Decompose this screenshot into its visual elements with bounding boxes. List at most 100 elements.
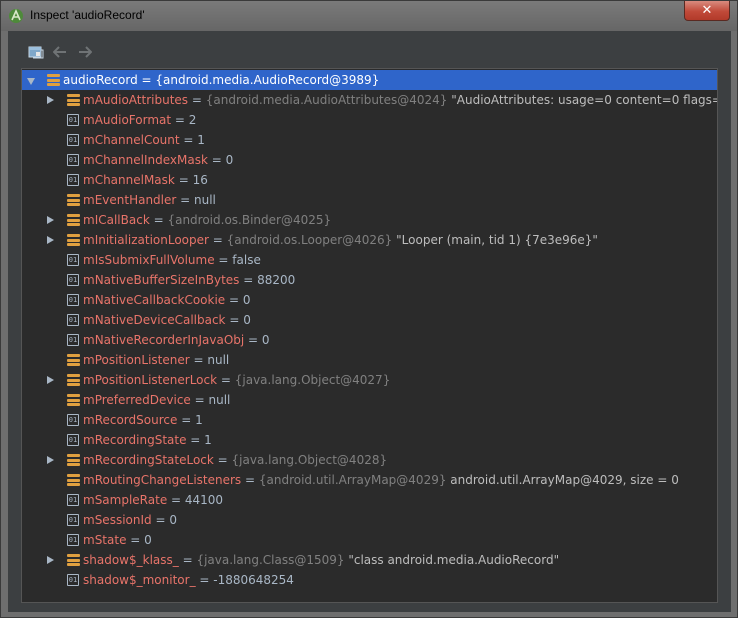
object-field-icon: [67, 94, 80, 106]
field-value: {android.media.AudioRecord@3989}: [155, 73, 380, 87]
field-value: android.util.ArrayMap@4029, size = 0: [446, 473, 679, 487]
field-value: "AudioAttributes: usage=0 content=0 flag…: [451, 93, 717, 107]
object-reference: {android.util.ArrayMap@4029}: [258, 473, 447, 487]
field-name: mPreferredDevice: [83, 393, 191, 407]
collapse-arrow-icon[interactable]: [27, 78, 35, 85]
expand-arrow-icon[interactable]: [47, 96, 54, 104]
tree-row[interactable]: 01 mNativeCallbackCookie = 0: [22, 290, 717, 310]
field-value: 0: [144, 533, 152, 547]
field-name: audioRecord: [63, 73, 138, 87]
expand-arrow-icon[interactable]: [47, 376, 54, 384]
field-name: mPositionListener: [83, 353, 190, 367]
field-value: 0: [261, 333, 270, 347]
forward-button[interactable]: [76, 43, 94, 61]
object-field-icon: [67, 394, 80, 406]
tree-row[interactable]: 01 mState = 0: [22, 530, 717, 550]
variables-tree[interactable]: audioRecord = {android.media.AudioRecord…: [21, 68, 718, 603]
tree-row[interactable]: mICallBack = {android.os.Binder@4025}: [22, 210, 717, 230]
field-name: mSessionId: [83, 513, 152, 527]
field-name: mNativeCallbackCookie: [83, 293, 226, 307]
field-name: shadow$_monitor_: [83, 573, 196, 587]
tree-row[interactable]: mAudioAttributes = {android.media.AudioA…: [22, 90, 717, 110]
object-field-icon: [67, 214, 80, 226]
tree-row[interactable]: 01 mIsSubmixFullVolume = false: [22, 250, 717, 270]
field-name: mICallBack: [83, 213, 150, 227]
field-name: mNativeBufferSizeInBytes: [83, 273, 240, 287]
field-value: "class android.media.AudioRecord": [344, 553, 560, 567]
field-value: "Looper (main, tid 1) {7e3e96e}": [392, 233, 598, 247]
tree-row[interactable]: shadow$_klass_ = {java.lang.Class@1509} …: [22, 550, 717, 570]
object-field-icon: [67, 374, 80, 386]
field-value: null: [207, 353, 230, 367]
expand-arrow-icon[interactable]: [47, 216, 54, 224]
field-name: mNativeDeviceCallback: [83, 313, 226, 327]
object-field-icon: [67, 474, 80, 486]
field-name: mRecordingState: [83, 433, 187, 447]
title-bar[interactable]: Inspect 'audioRecord' ✕: [1, 1, 737, 31]
field-value: false: [232, 253, 261, 267]
android-studio-icon: [9, 9, 23, 23]
tree-row[interactable]: 01 mChannelMask = 16: [22, 170, 717, 190]
tree-row[interactable]: mPositionListener = null: [22, 350, 717, 370]
field-name: mNativeRecorderInJavaObj: [83, 333, 245, 347]
tree-row[interactable]: mRoutingChangeListeners = {android.util.…: [22, 470, 717, 490]
expand-arrow-icon[interactable]: [47, 236, 54, 244]
tree-row[interactable]: mInitializationLooper = {android.os.Loop…: [22, 230, 717, 250]
tree-row[interactable]: 01 mSessionId = 0: [22, 510, 717, 530]
tree-root-row[interactable]: audioRecord = {android.media.AudioRecord…: [22, 70, 717, 90]
field-value: -1880648254: [213, 573, 294, 587]
primitive-field-icon: 01: [67, 174, 79, 186]
object-reference: {android.os.Binder@4025}: [167, 213, 332, 227]
expand-arrow-icon[interactable]: [47, 456, 54, 464]
field-name: mIsSubmixFullVolume: [83, 253, 215, 267]
object-field-icon: [67, 194, 80, 206]
window-title: Inspect 'audioRecord': [30, 8, 145, 22]
tree-row[interactable]: 01 mNativeBufferSizeInBytes = 88200: [22, 270, 717, 290]
tree-row[interactable]: 01 shadow$_monitor_ = -1880648254: [22, 570, 717, 590]
primitive-field-icon: 01: [67, 154, 79, 166]
field-value: 0: [242, 293, 251, 307]
tree-row[interactable]: 01 mChannelIndexMask = 0: [22, 150, 717, 170]
tree-row[interactable]: mPositionListenerLock = {java.lang.Objec…: [22, 370, 717, 390]
primitive-field-icon: 01: [67, 274, 79, 286]
tree-row[interactable]: 01 mSampleRate = 44100: [22, 490, 717, 510]
field-name: mAudioFormat: [83, 113, 172, 127]
tree-row[interactable]: 01 mNativeRecorderInJavaObj = 0: [22, 330, 717, 350]
field-name: mRecordingStateLock: [83, 453, 214, 467]
object-reference: {android.os.Looper@4026}: [226, 233, 393, 247]
tree-row[interactable]: 01 mChannelCount = 1: [22, 130, 717, 150]
field-value: null: [194, 193, 216, 207]
tree-row[interactable]: mPreferredDevice = null: [22, 390, 717, 410]
tree-row[interactable]: mRecordingStateLock = {java.lang.Object@…: [22, 450, 717, 470]
field-value: 0: [225, 153, 234, 167]
tree-row[interactable]: 01 mNativeDeviceCallback = 0: [22, 310, 717, 330]
back-button[interactable]: [51, 43, 69, 61]
primitive-field-icon: 01: [67, 434, 79, 446]
inspect-window: Inspect 'audioRecord' ✕ audioRecord = {a…: [0, 0, 738, 618]
primitive-field-icon: 01: [67, 574, 79, 586]
tree-row[interactable]: mEventHandler = null: [22, 190, 717, 210]
tree-row[interactable]: 01 mRecordSource = 1: [22, 410, 717, 430]
object-reference: {java.lang.Class@1509}: [196, 553, 345, 567]
field-name: mRoutingChangeListeners: [83, 473, 242, 487]
field-value: 1: [204, 433, 212, 447]
primitive-field-icon: 01: [67, 134, 79, 146]
field-value: 1: [197, 133, 205, 147]
tree-row[interactable]: 01 mAudioFormat = 2: [22, 110, 717, 130]
object-field-icon: [47, 74, 60, 86]
field-value: 0: [169, 513, 177, 527]
close-button[interactable]: ✕: [684, 1, 730, 21]
close-icon: ✕: [701, 3, 713, 18]
object-reference: {android.media.AudioAttributes@4024}: [205, 93, 448, 107]
jump-to-source-icon: [28, 46, 44, 59]
field-value: 88200: [257, 273, 296, 287]
object-field-icon: [67, 354, 80, 366]
field-value: 0: [243, 313, 251, 327]
field-name: mRecordSource: [83, 413, 178, 427]
expand-arrow-icon[interactable]: [47, 556, 54, 564]
field-value: 44100: [184, 493, 224, 507]
field-name: mState: [83, 533, 127, 547]
tree-row[interactable]: 01 mRecordingState = 1: [22, 430, 717, 450]
primitive-field-icon: 01: [67, 534, 79, 546]
jump-to-source-button[interactable]: [27, 43, 45, 61]
